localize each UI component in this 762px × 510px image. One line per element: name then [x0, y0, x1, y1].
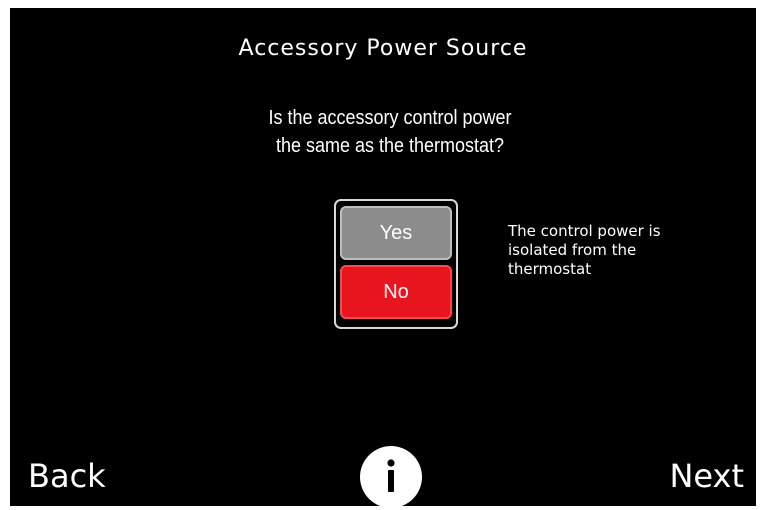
no-button[interactable]: No — [340, 265, 452, 319]
next-button[interactable]: Next — [669, 456, 744, 496]
info-button[interactable] — [360, 446, 422, 506]
thermostat-screen: Accessory Power Source Is the accessory … — [10, 8, 756, 506]
question-text: Is the accessory control power the same … — [268, 107, 512, 157]
back-button[interactable]: Back — [28, 456, 106, 496]
yes-button[interactable]: Yes — [340, 206, 452, 260]
page-title: Accessory Power Source — [238, 36, 528, 61]
option-description: The control power is isolated from the t… — [508, 222, 661, 278]
choice-group: Yes No — [334, 199, 458, 329]
info-icon — [387, 459, 395, 492]
